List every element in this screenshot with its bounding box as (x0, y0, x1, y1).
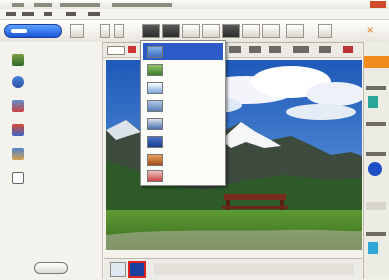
toolbar-button[interactable] (182, 24, 200, 38)
thumbnail[interactable] (110, 262, 126, 277)
panel-label (366, 122, 386, 126)
toolbar-button[interactable] (100, 24, 110, 38)
menu-item[interactable] (143, 97, 223, 114)
canvas-control[interactable] (293, 46, 309, 53)
menu-item-icon (147, 100, 163, 112)
blue-circle-icon[interactable] (368, 162, 382, 176)
sidebar (0, 42, 103, 279)
dropdown-menu (140, 40, 226, 186)
menu-item-icon (147, 118, 163, 130)
menu-item[interactable] (143, 61, 223, 78)
menu-item-file[interactable] (6, 12, 16, 16)
title-text-block (112, 3, 172, 7)
toolbar-button[interactable] (242, 24, 260, 38)
toolbar-button[interactable] (222, 24, 240, 38)
sidebar-item-document[interactable] (12, 172, 98, 186)
teal-swatch[interactable] (368, 96, 378, 108)
filmstrip (104, 258, 362, 280)
menu-item[interactable] (143, 133, 223, 150)
sidebar-item-users[interactable] (12, 76, 98, 90)
panel-field[interactable] (366, 202, 386, 210)
photo-icon (12, 54, 24, 66)
menu-item-tools[interactable] (66, 12, 76, 16)
properties-panel (363, 42, 389, 279)
menu-item[interactable] (143, 79, 223, 96)
window-close-button[interactable] (370, 1, 386, 8)
menu-item-icon (147, 82, 163, 94)
title-icon (12, 3, 24, 7)
users-icon (12, 76, 24, 88)
canvas-dropdown[interactable] (107, 46, 125, 55)
sidebar-item-person[interactable] (12, 148, 98, 162)
toolbar-button[interactable] (162, 24, 180, 38)
close-icon[interactable]: × (366, 25, 374, 37)
menu-item-icon (147, 46, 163, 58)
sidebar-item-people[interactable] (12, 100, 98, 114)
thumbnail-selected[interactable] (128, 261, 146, 278)
menu-item-icon (147, 136, 163, 148)
toolbar-button[interactable] (262, 24, 280, 38)
menu-item-view[interactable] (44, 12, 52, 16)
red-marker-icon (128, 46, 136, 53)
menu-item-icon (147, 64, 163, 76)
menu-item[interactable] (143, 151, 223, 168)
cyan-swatch[interactable] (368, 242, 378, 254)
menu-item[interactable] (143, 167, 223, 184)
toolbar-button[interactable] (318, 24, 332, 38)
toolbar-button[interactable] (202, 24, 220, 38)
toolbar-button[interactable] (114, 24, 124, 38)
panel-label (366, 86, 386, 90)
menu-item-help[interactable] (88, 12, 100, 16)
panel-label (366, 232, 386, 236)
sidebar-bottom-button[interactable] (34, 262, 68, 274)
canvas-control[interactable] (229, 46, 241, 53)
document-icon (12, 172, 24, 184)
sidebar-item-group[interactable] (12, 124, 98, 138)
menu-item[interactable] (143, 115, 223, 132)
canvas-control[interactable] (249, 46, 261, 53)
panel-label (366, 152, 386, 156)
canvas-control[interactable] (343, 46, 353, 53)
toolbar-button-active[interactable] (142, 24, 160, 38)
group-icon (12, 124, 24, 136)
menu-bar (0, 9, 389, 20)
filmstrip-track (154, 263, 354, 275)
canvas-control[interactable] (319, 46, 331, 53)
sidebar-item-photos[interactable] (12, 54, 98, 68)
title-text-block (60, 3, 100, 7)
toolbar-button[interactable] (70, 24, 84, 38)
person-icon (12, 148, 24, 160)
menu-item-icon (147, 170, 163, 182)
library-tab[interactable] (4, 24, 62, 38)
canvas-control[interactable] (269, 46, 281, 53)
people-icon (12, 100, 24, 112)
title-text-block (34, 3, 52, 7)
panel-header (364, 56, 389, 68)
menu-item-icon (147, 154, 163, 166)
menu-item[interactable] (143, 43, 223, 60)
menu-item-edit[interactable] (22, 12, 34, 16)
toolbar-button[interactable] (286, 24, 304, 38)
